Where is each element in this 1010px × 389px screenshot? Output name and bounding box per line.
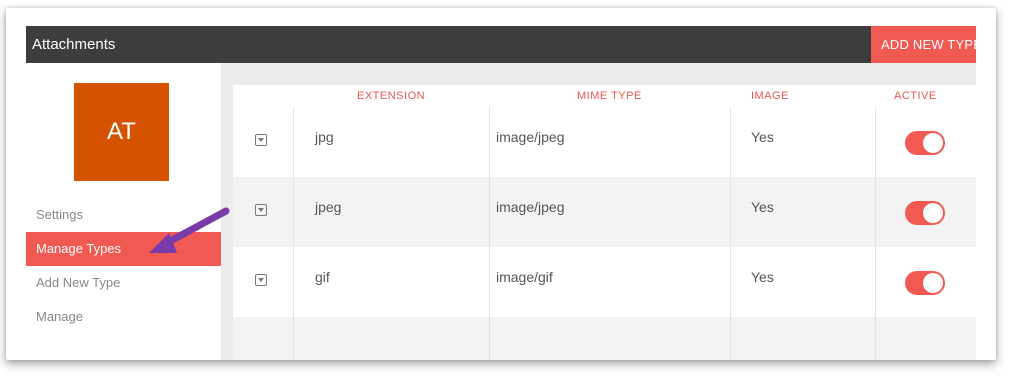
main-content: EXTENSION MIME TYPE IMAGE ACTIVE jpg ima…	[221, 63, 976, 360]
cell-mime-type: image/gif	[496, 269, 553, 285]
cell-mime-type: image/jpeg	[496, 199, 565, 215]
toggle-knob	[923, 203, 943, 223]
row-dropdown-icon[interactable]	[255, 134, 267, 146]
column-header-image[interactable]: IMAGE	[751, 90, 789, 102]
column-divider	[489, 107, 490, 360]
cell-extension: jpeg	[315, 199, 342, 215]
cell-image: Yes	[751, 199, 774, 215]
add-new-type-button[interactable]: ADD NEW TYPE	[871, 26, 976, 63]
window-frame: Attachments ADD NEW TYPE AT Settings Man…	[6, 8, 996, 360]
active-toggle[interactable]	[905, 131, 945, 155]
column-divider	[293, 107, 294, 360]
column-header-extension[interactable]: EXTENSION	[357, 90, 425, 102]
types-table: EXTENSION MIME TYPE IMAGE ACTIVE jpg ima…	[233, 85, 976, 360]
cell-mime-type: image/jpeg	[496, 129, 565, 145]
active-toggle[interactable]	[905, 201, 945, 225]
table-row: jpeg image/jpeg Yes	[233, 177, 976, 247]
table-row: jpg image/jpeg Yes	[233, 107, 976, 177]
column-divider	[875, 107, 876, 360]
active-toggle[interactable]	[905, 271, 945, 295]
sidebar-item-add-new-type[interactable]: Add New Type	[26, 266, 221, 300]
column-header-active[interactable]: ACTIVE	[894, 90, 937, 102]
cell-extension: gif	[315, 269, 330, 285]
table-row	[233, 317, 976, 360]
table-header: EXTENSION MIME TYPE IMAGE ACTIVE	[233, 85, 976, 107]
cell-extension: jpg	[315, 129, 334, 145]
annotation-arrow-icon	[149, 207, 230, 253]
cell-image: Yes	[751, 129, 774, 145]
avatar: AT	[74, 83, 169, 181]
column-header-mime-type[interactable]: MIME TYPE	[577, 90, 642, 102]
row-dropdown-icon[interactable]	[255, 274, 267, 286]
sidebar-item-manage[interactable]: Manage	[26, 300, 221, 334]
toggle-knob	[923, 273, 943, 293]
cell-image: Yes	[751, 269, 774, 285]
table-row: gif image/gif Yes	[233, 247, 976, 317]
toggle-knob	[923, 133, 943, 153]
page-title: Attachments	[32, 36, 116, 53]
top-bar: Attachments ADD NEW TYPE	[26, 26, 976, 63]
column-divider	[730, 107, 731, 360]
row-dropdown-icon[interactable]	[255, 204, 267, 216]
